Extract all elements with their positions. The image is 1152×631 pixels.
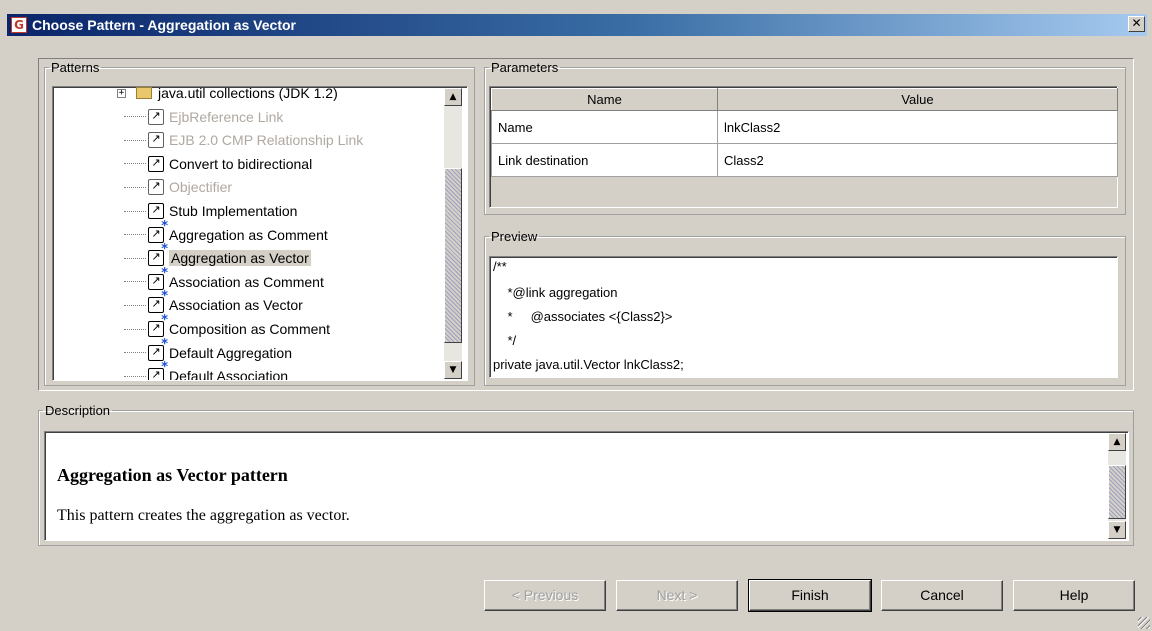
tree-item-label: Convert to bidirectional: [169, 155, 313, 172]
tree-item[interactable]: ↗Default Aggregation: [53, 339, 292, 365]
pattern-arrow-icon: ↗: [148, 132, 164, 149]
tree-item[interactable]: ↗ Objectifier: [53, 175, 232, 199]
pattern-arrow-star-icon: ↗: [148, 362, 168, 380]
expand-icon[interactable]: +: [117, 88, 126, 98]
next-button[interactable]: Next >: [616, 580, 738, 611]
code-line: *@link aggregation: [493, 285, 618, 300]
preview-legend: Preview: [491, 229, 538, 244]
code-line: */: [493, 333, 517, 348]
pattern-arrow-star-icon: ↗: [148, 339, 168, 361]
tree-item[interactable]: ↗Aggregation as Comment: [53, 221, 328, 247]
description-body: This pattern creates the aggregation as …: [57, 507, 350, 524]
code-line: * @associates <{Class2}>: [493, 309, 673, 324]
tree-item[interactable]: + java.util collections (JDK 1.2): [53, 86, 338, 105]
folder-icon: [136, 87, 152, 99]
parameters-table: Name Value Name lnkClass2 Link destinati…: [491, 88, 1118, 177]
pattern-arrow-star-icon: ↗: [148, 244, 168, 267]
scroll-thumb[interactable]: [1108, 465, 1126, 519]
resize-grip-icon[interactable]: [1138, 617, 1150, 629]
tree-item-label: Default Association: [169, 368, 289, 381]
description-title: Aggregation as Vector pattern: [57, 465, 288, 485]
tree-connector: [124, 139, 146, 141]
table-row[interactable]: Name lnkClass2: [491, 110, 1118, 144]
description-legend: Description: [45, 403, 111, 418]
tree-connector: [124, 186, 146, 188]
code-line: private java.util.Vector lnkClass2;: [493, 357, 684, 372]
scroll-up-icon[interactable]: ▲: [1108, 433, 1126, 451]
parameters-table-area: Name Value Name lnkClass2 Link destinati…: [489, 86, 1118, 208]
pattern-arrow-icon: ↗: [148, 108, 164, 125]
parameters-legend: Parameters: [491, 60, 559, 75]
patterns-scrollbar[interactable]: ▲ ▼: [444, 88, 462, 379]
scroll-down-icon[interactable]: ▼: [444, 361, 462, 379]
pattern-arrow-star-icon: ↗: [148, 268, 168, 290]
tree-item-label: Composition as Comment: [169, 321, 331, 337]
tree-item[interactable]: ↗Default Association: [53, 362, 289, 381]
pattern-arrow-star-icon: ↗: [148, 221, 168, 243]
tree-item-label: EjbReference Link: [169, 108, 284, 125]
tree-connector: [124, 163, 146, 165]
description-area: Aggregation as Vector pattern This patte…: [44, 431, 1129, 541]
pattern-arrow-icon: ↗: [148, 203, 164, 219]
preview-code-area: /** *@link aggregation * @associates <{C…: [489, 256, 1118, 378]
tree-item[interactable]: ↗ EjbReference Link: [53, 105, 283, 129]
param-name-cell: Name: [491, 110, 718, 144]
tree-item-label: Aggregation as Vector: [169, 250, 311, 267]
tree-item[interactable]: ↗ Convert to bidirectional: [53, 152, 312, 176]
tree-connector: [124, 210, 146, 212]
tree-item-label: Association as Vector: [169, 297, 303, 314]
pattern-arrow-icon: ↗: [148, 179, 164, 196]
tree-item-label: Aggregation as Comment: [169, 226, 328, 243]
help-button[interactable]: Help: [1013, 580, 1135, 611]
tree-connector: [124, 375, 146, 377]
close-button[interactable]: ✕: [1128, 16, 1145, 32]
window-title: Choose Pattern - Aggregation as Vector: [32, 17, 296, 33]
title-bar: G Choose Pattern - Aggregation as Vector…: [7, 14, 1147, 36]
code-line: /**: [493, 259, 507, 274]
tree-connector: [124, 328, 146, 330]
finish-button[interactable]: Finish: [748, 579, 872, 612]
tree-item[interactable]: ↗Composition as Comment: [53, 315, 331, 341]
tree-item[interactable]: ↗ EJB 2.0 CMP Relationship Link: [53, 128, 363, 152]
tree-connector: [124, 234, 146, 236]
app-logo-icon: G: [11, 17, 27, 33]
tree-item[interactable]: ↗Association as Comment: [53, 268, 324, 294]
tree-item-label: Objectifier: [169, 179, 233, 196]
tree-connector: [124, 352, 146, 354]
tree-item-label: java.util collections (JDK 1.2): [158, 86, 338, 101]
tree-item-label: Stub Implementation: [169, 203, 298, 219]
param-name-cell: Link destination: [491, 143, 718, 177]
tree-connector: [124, 304, 146, 306]
description-scrollbar[interactable]: ▲ ▼: [1108, 433, 1126, 539]
tree-item-label: Association as Comment: [169, 273, 324, 290]
cancel-button[interactable]: Cancel: [881, 580, 1003, 611]
pattern-arrow-star-icon: ↗: [148, 291, 168, 314]
param-value-cell[interactable]: lnkClass2: [717, 110, 1118, 144]
table-row[interactable]: Link destination Class2: [491, 143, 1118, 177]
scroll-up-icon[interactable]: ▲: [444, 88, 462, 106]
tree-connector: [124, 281, 146, 283]
pattern-arrow-icon: ↗: [148, 155, 164, 172]
scroll-thumb[interactable]: [444, 168, 462, 343]
tree-item[interactable]: ↗Association as Vector: [53, 291, 303, 317]
tree-item-label: EJB 2.0 CMP Relationship Link: [169, 132, 364, 149]
patterns-legend: Patterns: [51, 60, 100, 75]
previous-button[interactable]: < Previous: [484, 580, 606, 611]
scroll-down-icon[interactable]: ▼: [1108, 521, 1126, 539]
tree-item[interactable]: ↗Aggregation as Vector: [53, 244, 311, 270]
tree-connector: [124, 116, 146, 118]
column-header-name[interactable]: Name: [491, 88, 718, 111]
param-value-cell[interactable]: Class2: [717, 143, 1118, 177]
patterns-tree[interactable]: + java.util collections (JDK 1.2) ↗ EjbRefe…: [52, 86, 468, 381]
tree-item[interactable]: ↗ Stub Implementation: [53, 199, 297, 223]
column-header-value[interactable]: Value: [717, 88, 1118, 111]
pattern-arrow-star-icon: ↗: [148, 315, 168, 337]
tree-connector: [124, 257, 146, 259]
tree-item-label: Default Aggregation: [169, 344, 292, 361]
